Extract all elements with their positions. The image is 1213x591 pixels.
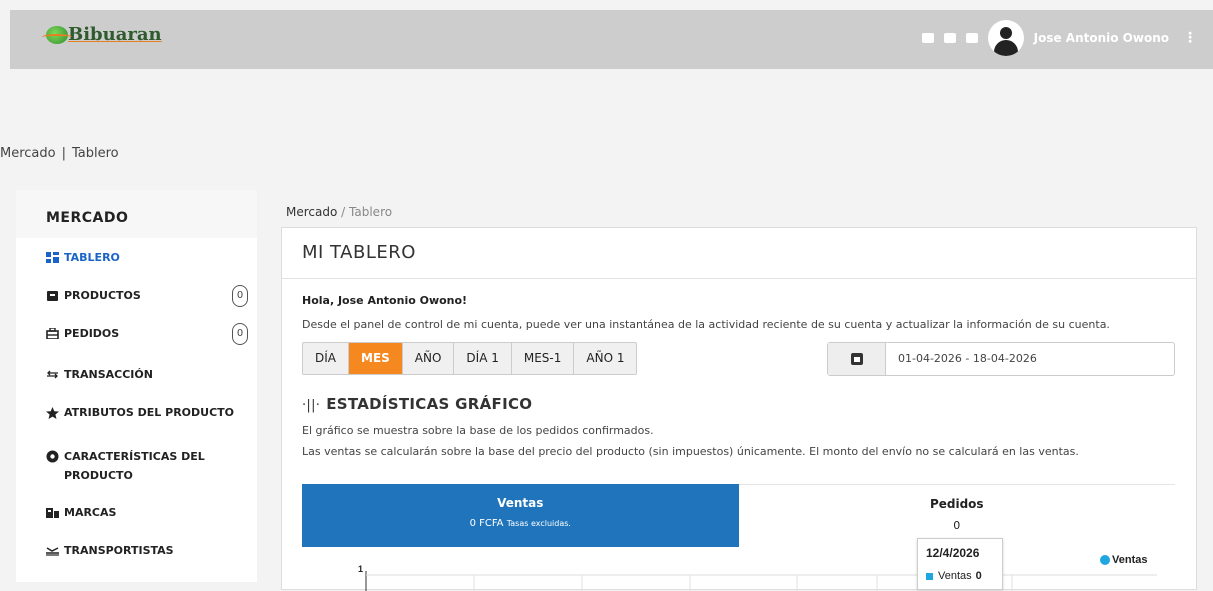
tab-ventas[interactable]: Ventas 0 FCFA Tasas excluidas.	[302, 484, 739, 547]
contact-icon[interactable]	[943, 33, 956, 43]
breadcrumb-tablero: Tablero	[349, 205, 393, 219]
stats-heading: ·||· ESTADÍSTICAS GRÁFICO	[302, 395, 532, 413]
sidebar-item-label: PEDIDOS	[64, 327, 120, 340]
sales-chart: 1	[358, 564, 1157, 591]
sidebar-item-label: TRANSACCIÓN	[64, 368, 153, 381]
main-breadcrumb: Mercado / Tablero	[286, 205, 392, 219]
sidebar-item-label: TRANSPORTISTAS	[64, 544, 174, 557]
sidebar-item-productos[interactable]: PRODUCTOS	[46, 289, 141, 302]
sidebar-item-atributos[interactable]: ATRIBUTOS DEL PRODUCTO	[46, 406, 234, 419]
breadcrumb-separator: |	[61, 146, 66, 161]
breadcrumb-mercado[interactable]: Mercado	[286, 205, 337, 219]
kebab-menu-icon[interactable]: ⋮	[1183, 30, 1197, 46]
tooltip-row: Ventas 0	[918, 560, 1002, 582]
sidebar-item-transportistas[interactable]: TRANSPORTISTAS	[46, 544, 174, 557]
logo[interactable]: Bibuaran	[42, 24, 162, 45]
intro-text: Desde el panel de control de mi cuenta, …	[302, 318, 1110, 331]
tooltip-value: 0	[975, 570, 982, 582]
period-ano1-button[interactable]: AÑO 1	[574, 343, 636, 374]
dashboard-card: MI TABLERO Hola, Jose Antonio Owono! Des…	[281, 227, 1197, 591]
logo-text: Bibuaran	[68, 24, 162, 45]
ventas-tax-note: Tasas excluidas.	[506, 519, 571, 528]
sidebar-item-label: ATRIBUTOS DEL PRODUCTO	[64, 406, 235, 419]
page-breadcrumb: Mercado | Tablero	[0, 146, 119, 161]
audio-wave-icon: ·||·	[302, 398, 321, 413]
tooltip-date: 12/4/2026	[926, 546, 980, 560]
truck-icon	[46, 545, 59, 556]
brand-icon	[46, 507, 59, 518]
calendar-addon[interactable]	[828, 343, 886, 375]
breadcrumb-tablero: Tablero	[71, 146, 119, 161]
period-mes-1-button[interactable]: MES-1	[512, 343, 575, 374]
exchange-icon	[46, 369, 59, 380]
monitor-icon[interactable]	[921, 33, 934, 43]
tab-pedidos-value: 0	[953, 519, 961, 532]
breadcrumb-mercado[interactable]: Mercado	[0, 146, 56, 161]
globe-logo-icon	[42, 25, 72, 44]
chat-icon[interactable]	[965, 33, 978, 43]
period-ano-button[interactable]: AÑO	[403, 343, 455, 374]
legend-label: Ventas	[1112, 554, 1148, 566]
chart-tooltip: 12/4/2026 Ventas 0	[917, 538, 1003, 590]
sidebar-item-label: MARCAS	[64, 506, 117, 519]
card-title: MI TABLERO	[282, 228, 1196, 279]
user-name[interactable]: Jose Antonio Owono	[1034, 31, 1169, 45]
productos-count-badge: 0	[232, 285, 248, 307]
greeting: Hola, Jose Antonio Owono!	[302, 294, 468, 307]
ventas-amount: 0 FCFA	[469, 518, 504, 529]
period-selector: DÍA MES AÑO DÍA 1 MES-1 AÑO 1	[302, 342, 638, 375]
gear-icon	[46, 450, 59, 463]
sidebar-item-label: TABLERO	[64, 251, 120, 264]
box-icon	[46, 290, 59, 301]
dashboard-icon	[46, 252, 59, 263]
period-dia-button[interactable]: DÍA	[303, 343, 349, 374]
date-range-picker[interactable]: 01-04-2026 - 18-04-2026	[827, 342, 1175, 376]
sidebar-item-label: CARACTERÍSTICAS DEL PRODUCTO	[64, 450, 205, 482]
avatar[interactable]	[987, 20, 1024, 56]
chart-note-confirmed: El gráfico se muestra sobre la base de l…	[302, 424, 654, 437]
tab-pedidos-title: Pedidos	[929, 497, 984, 511]
period-dia1-button[interactable]: DÍA 1	[454, 343, 512, 374]
series-swatch	[926, 572, 933, 580]
sidebar-item-pedidos[interactable]: PEDIDOS	[46, 327, 119, 340]
metric-tabs: Ventas 0 FCFA Tasas excluidas. Pedidos 0	[302, 484, 1175, 547]
chart-note-tax: Las ventas se calcularán sobre la base d…	[302, 445, 1079, 458]
pedidos-count-badge: 0	[232, 323, 248, 345]
period-mes-button[interactable]: MES	[349, 343, 403, 374]
sidebar: MERCADO TABLERO PRODUCTOS 0 PEDIDOS 0 TR…	[16, 190, 257, 582]
star-icon	[46, 407, 59, 419]
sidebar-heading: MERCADO	[16, 190, 257, 238]
tooltip-series: Ventas	[938, 570, 972, 582]
calendar-icon	[850, 353, 863, 365]
date-range-input[interactable]: 01-04-2026 - 18-04-2026	[886, 343, 1037, 375]
top-actions: Jose Antonio Owono ⋮	[921, 20, 1197, 56]
breadcrumb-separator: /	[341, 205, 346, 219]
sidebar-item-label: PRODUCTOS	[64, 289, 141, 302]
chart-legend[interactable]: Ventas	[1100, 554, 1147, 566]
sidebar-item-caracteristicas[interactable]: CARACTERÍSTICAS DEL PRODUCTO	[46, 447, 226, 485]
sidebar-item-transaccion[interactable]: TRANSACCIÓN	[46, 368, 153, 381]
legend-swatch	[1100, 555, 1110, 565]
stats-title-text: ESTADÍSTICAS GRÁFICO	[326, 395, 533, 413]
tab-ventas-value: 0 FCFA Tasas excluidas.	[302, 518, 739, 529]
tab-ventas-title: Ventas	[497, 496, 544, 510]
sidebar-item-tablero[interactable]: TABLERO	[46, 251, 120, 264]
top-bar: Bibuaran Jose Antonio Owono ⋮	[10, 10, 1213, 69]
orders-icon	[46, 327, 59, 340]
sidebar-item-marcas[interactable]: MARCAS	[46, 506, 116, 519]
y-tick-label: 1	[358, 564, 363, 574]
